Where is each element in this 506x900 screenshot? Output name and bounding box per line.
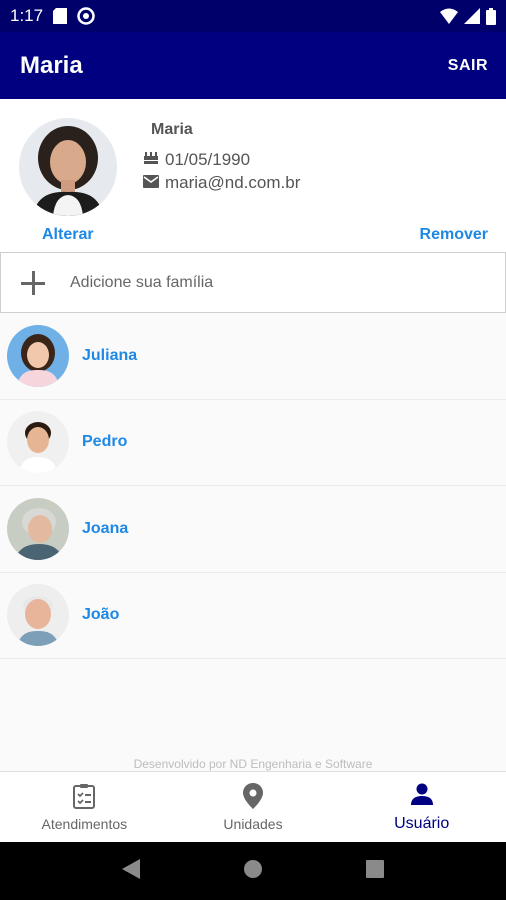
mail-icon [143, 173, 159, 193]
tab-unidades[interactable]: Unidades [169, 772, 338, 842]
status-bar: 1:17 [0, 0, 506, 32]
wifi-icon [440, 8, 458, 24]
tab-label: Usuário [394, 814, 450, 832]
email-row: maria@nd.com.br [143, 173, 300, 193]
avatar [7, 497, 69, 560]
signal-icon [464, 8, 480, 24]
list-item[interactable]: João [0, 572, 506, 659]
avatar [7, 411, 69, 474]
family-member-name: João [82, 606, 120, 624]
logout-button[interactable]: SAIR [440, 49, 496, 83]
family-member-name: Pedro [82, 433, 128, 451]
bottom-nav: Atendimentos Unidades Usuário [0, 771, 506, 842]
profile-card: Maria 01/05/1990 maria@nd.com.br Alterar… [0, 99, 506, 252]
battery-icon [486, 7, 496, 25]
back-icon[interactable] [121, 858, 140, 884]
system-nav-bar [0, 842, 506, 900]
clipboard-icon [72, 783, 96, 812]
family-member-name: Juliana [82, 346, 138, 364]
profile-name: Maria [151, 121, 193, 138]
plus-icon [21, 270, 45, 295]
list-item[interactable]: Joana [0, 486, 506, 573]
list-item[interactable]: Juliana [0, 313, 506, 400]
remove-photo-link[interactable]: Remover [420, 226, 488, 244]
tab-label: Unidades [223, 815, 283, 832]
avatar [7, 584, 69, 647]
home-icon[interactable] [243, 859, 263, 884]
page-title: Maria [20, 51, 83, 79]
app-bar: Maria SAIR [0, 32, 506, 99]
recents-icon[interactable] [366, 859, 385, 883]
person-icon [410, 782, 434, 811]
family-member-name: Joana [82, 519, 129, 537]
cake-icon [143, 149, 159, 170]
add-family-label: Adicione sua família [70, 273, 214, 291]
tab-usuario[interactable]: Usuário [337, 772, 506, 842]
change-photo-link[interactable]: Alterar [42, 226, 94, 244]
list-item[interactable]: Pedro [0, 399, 506, 486]
footer-credit: Desenvolvido por ND Engenharia e Softwar… [133, 757, 373, 771]
avatar[interactable] [19, 118, 117, 216]
email-text: maria@nd.com.br [165, 173, 301, 192]
sync-icon [77, 7, 95, 25]
family-list: Juliana Pedro Joana João [0, 313, 506, 659]
tab-label: Atendimentos [41, 815, 128, 832]
birthdate-text: 01/05/1990 [165, 149, 251, 169]
status-time: 1:17 [10, 6, 44, 25]
add-family-button[interactable]: Adicione sua família [0, 252, 506, 313]
location-pin-icon [243, 782, 263, 812]
tab-atendimentos[interactable]: Atendimentos [0, 772, 169, 842]
sd-card-icon [53, 8, 68, 24]
birthdate-row: 01/05/1990 [143, 149, 250, 170]
avatar [7, 324, 69, 387]
